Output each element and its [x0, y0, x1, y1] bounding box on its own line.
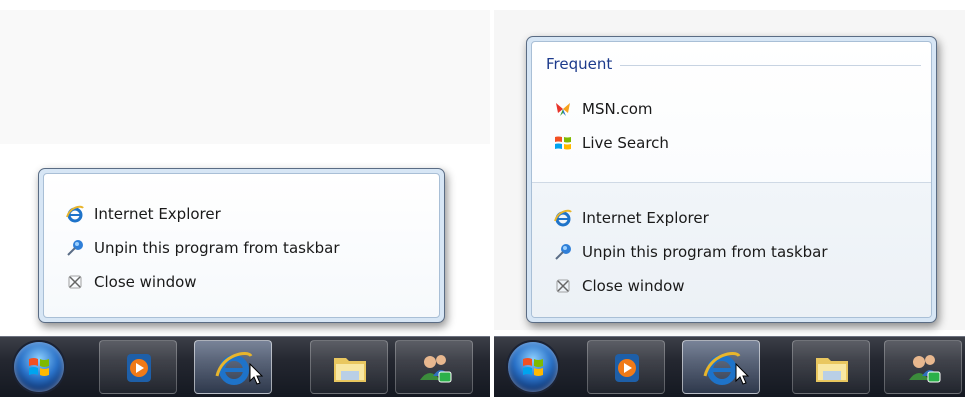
- taskbar-internet-explorer-button[interactable]: [682, 340, 760, 394]
- ie-jump-list-with-frequent: Frequent MSN.com Live Search Internet Ex…: [526, 36, 937, 323]
- jump-item-unpin[interactable]: Unpin this program from taskbar: [44, 233, 439, 263]
- close-window-icon: [554, 277, 572, 295]
- msn-butterfly-icon: [554, 100, 572, 118]
- mouse-cursor-icon: [735, 363, 750, 385]
- jump-item-unpin[interactable]: Unpin this program from taskbar: [532, 237, 931, 267]
- frequent-item-label: Live Search: [582, 134, 669, 152]
- jump-item-close-window[interactable]: Close window: [532, 271, 931, 301]
- windows-live-search-icon: [554, 134, 572, 152]
- taskbar-windows-explorer-button[interactable]: [310, 340, 388, 394]
- tasks-section: Internet Explorer Unpin this program fro…: [44, 174, 439, 317]
- jump-item-internet-explorer[interactable]: Internet Explorer: [44, 199, 439, 229]
- internet-explorer-icon: [554, 209, 572, 227]
- taskbar-internet-explorer-button[interactable]: [194, 340, 272, 394]
- jump-item-label: Unpin this program from taskbar: [582, 243, 828, 261]
- frequent-header-label: Frequent: [546, 55, 613, 73]
- windows-explorer-folder-icon: [816, 358, 848, 382]
- unpin-icon: [554, 243, 572, 261]
- right-screenshot-panel: Frequent MSN.com Live Search Internet Ex…: [494, 0, 965, 397]
- windows-explorer-folder-icon: [334, 358, 366, 382]
- unpin-icon: [66, 239, 84, 257]
- media-player-icon: [127, 354, 151, 382]
- taskbar-media-player-button[interactable]: [99, 340, 177, 394]
- jump-item-label: Close window: [582, 277, 685, 295]
- windows-start-orb-icon: [523, 358, 543, 376]
- users-icon: [909, 355, 941, 383]
- jump-item-label: Internet Explorer: [582, 209, 709, 227]
- taskbar: [494, 336, 965, 397]
- jump-list-body: Internet Explorer Unpin this program fro…: [43, 173, 440, 318]
- mouse-cursor-icon: [249, 363, 264, 385]
- windows-start-orb-icon: [29, 358, 49, 376]
- taskbar-users-button[interactable]: [395, 340, 473, 394]
- taskbar-users-button[interactable]: [884, 340, 962, 394]
- jump-item-label: Close window: [94, 273, 197, 291]
- left-screenshot-panel: Internet Explorer Unpin this program fro…: [0, 0, 490, 397]
- frequent-group-header: Frequent: [546, 54, 921, 74]
- desktop-background: [0, 10, 490, 144]
- users-icon: [420, 355, 452, 383]
- jump-item-close-window[interactable]: Close window: [44, 267, 439, 297]
- close-window-icon: [66, 273, 84, 291]
- media-player-icon: [615, 354, 639, 382]
- start-button[interactable]: [508, 342, 558, 392]
- internet-explorer-icon: [215, 352, 253, 385]
- frequent-item-live-search[interactable]: Live Search: [532, 128, 931, 158]
- start-button[interactable]: [14, 342, 64, 392]
- ie-jump-list: Internet Explorer Unpin this program fro…: [38, 168, 445, 323]
- taskbar-windows-explorer-button[interactable]: [792, 340, 870, 394]
- internet-explorer-icon: [66, 205, 84, 223]
- header-divider-line: [620, 64, 921, 66]
- jump-item-internet-explorer[interactable]: Internet Explorer: [532, 203, 931, 233]
- frequent-item-msn[interactable]: MSN.com: [532, 94, 931, 124]
- tasks-section: Internet Explorer Unpin this program fro…: [532, 183, 931, 317]
- jump-list-body: Frequent MSN.com Live Search Internet Ex…: [531, 41, 932, 318]
- jump-item-label: Unpin this program from taskbar: [94, 239, 340, 257]
- jump-item-label: Internet Explorer: [94, 205, 221, 223]
- frequent-item-label: MSN.com: [582, 100, 653, 118]
- taskbar-media-player-button[interactable]: [587, 340, 665, 394]
- taskbar: [0, 336, 490, 397]
